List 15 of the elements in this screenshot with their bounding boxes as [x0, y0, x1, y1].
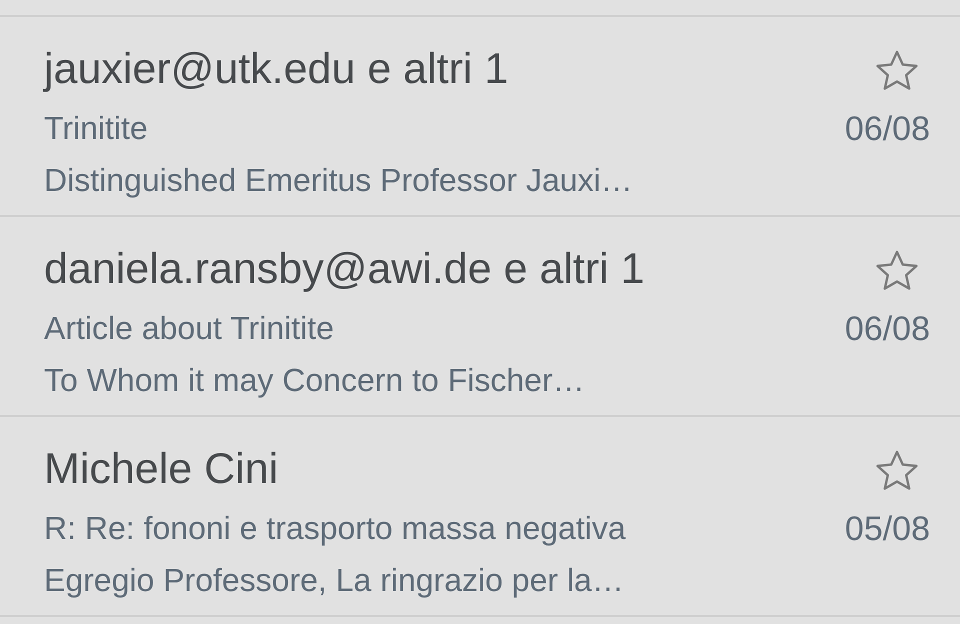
- email-row[interactable]: Michele Cini R: Re: fononi e trasporto massa negativa Egregio Professore, La ringrazio per la… 05/08: [0, 417, 960, 617]
- email-date: 05/08: [844, 509, 930, 550]
- sender-name: jauxier@utk.edu e altri 1: [44, 44, 508, 95]
- email-date: 06/08: [844, 109, 930, 150]
- sender-name: Michele Cini: [44, 444, 278, 495]
- email-snippet: Egregio Professore, La ringrazio per la…: [44, 561, 624, 600]
- email-subject: Article about Trinitite: [44, 309, 334, 348]
- email-snippet: Distinguished Emeritus Professor Jauxi…: [44, 161, 633, 200]
- email-snippet: To Whom it may Concern to Fischer…: [44, 361, 585, 400]
- email-row[interactable]: jauxier@utk.edu e altri 1 Trinitite Distinguished Emeritus Professor Jauxi… 06/08: [0, 17, 960, 217]
- email-row[interactable]: daniela.ransby@awi.de e altri 1 Article about Trinitite To Whom it may Concern to Fischer… 06/08: [0, 217, 960, 417]
- email-subject: R: Re: fononi e trasporto massa negativa: [44, 509, 626, 548]
- sender-name: daniela.ransby@awi.de e altri 1: [44, 244, 645, 295]
- email-subject: Trinitite: [44, 109, 148, 148]
- email-date: 06/08: [844, 309, 930, 350]
